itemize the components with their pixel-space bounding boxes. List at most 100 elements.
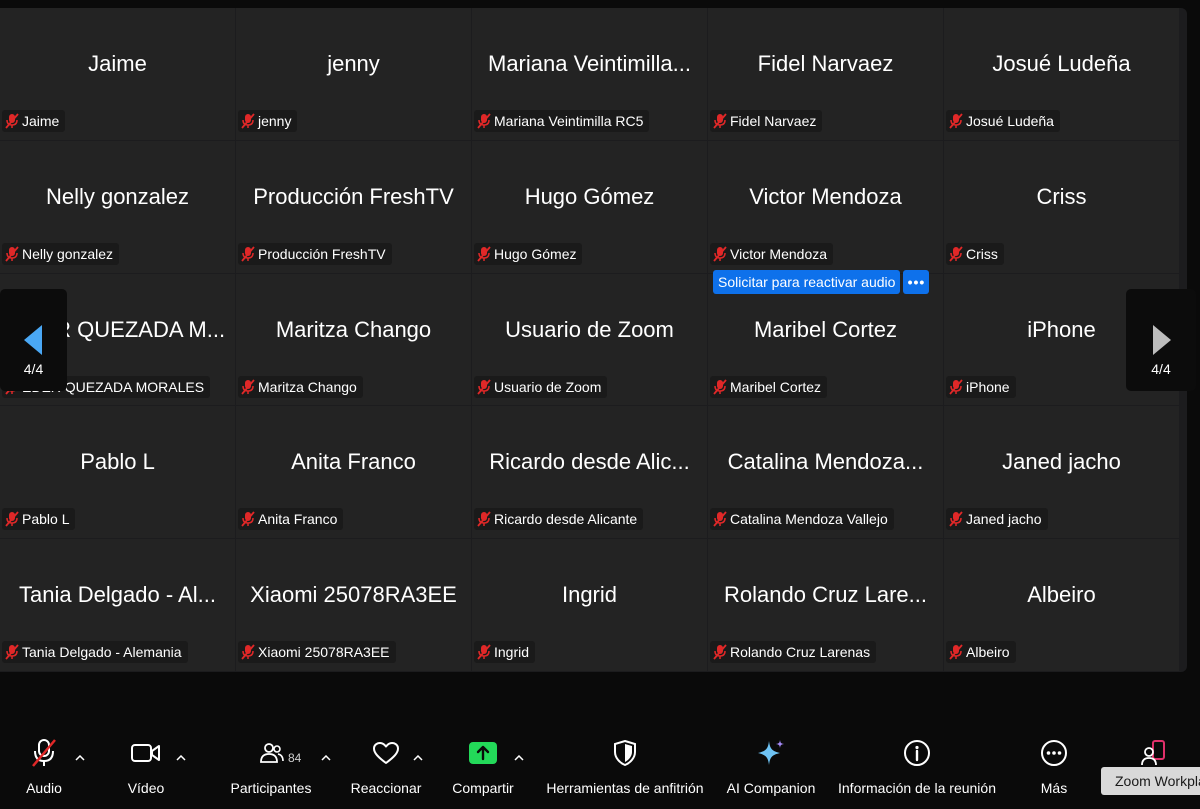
participant-display-name: Catalina Mendoza... <box>727 450 924 475</box>
participant-more-options-button[interactable]: ••• <box>903 269 930 294</box>
participant-display-name: jenny <box>327 52 380 76</box>
participant-nametag-text: Albeiro <box>966 644 1010 661</box>
participant-tile[interactable]: Criss Criss <box>944 140 1180 274</box>
more-button[interactable]: Más <box>1032 730 1076 796</box>
zoom-apps-icon <box>1141 740 1165 766</box>
participant-nametag: iPhone <box>946 375 1016 398</box>
participant-tile[interactable]: Fidel Narvaez Fidel Narvaez <box>708 8 944 141</box>
participant-display-name: Albeiro <box>1027 583 1096 608</box>
participant-grid: Jaime Jaime jenny jenny Mariana Veintimi… <box>0 8 1180 672</box>
participant-nametag: Anita Franco <box>238 508 344 531</box>
participant-tile[interactable]: Ingrid Ingrid <box>472 539 708 672</box>
page-indicator-right: 4/4 <box>1151 361 1171 377</box>
participant-display-name: Fidel Narvaez <box>757 52 894 76</box>
audio-button[interactable]: Audio <box>22 730 66 796</box>
mic-muted-icon <box>241 511 255 527</box>
audio-options-caret[interactable] <box>72 750 88 766</box>
chevron-up-icon <box>413 755 423 761</box>
participant-tile[interactable]: Jaime Jaime <box>0 8 236 141</box>
previous-page-button[interactable]: 4/4 <box>0 289 67 391</box>
participant-display-name: Victor Mendoza <box>749 184 902 209</box>
participant-nametag: Janed jacho <box>946 508 1048 531</box>
participant-nametag-text: Tania Delgado - Alemania <box>22 644 182 661</box>
participant-nametag-text: Pablo L <box>22 511 70 528</box>
mic-muted-icon <box>477 511 491 527</box>
ai-companion-button[interactable]: AI Companion <box>725 730 817 796</box>
share-button[interactable]: Compartir <box>449 730 517 796</box>
participants-options-caret[interactable] <box>318 750 334 766</box>
participant-nametag-text: Victor Mendoza <box>730 245 828 262</box>
participant-nametag: Ricardo desde Alicante <box>474 508 644 531</box>
participant-tile[interactable]: Josué Ludeña Josué Ludeña <box>944 8 1180 141</box>
participant-nametag: Albeiro <box>946 641 1016 664</box>
heart-icon <box>373 742 399 764</box>
participant-nametag-text: Janed jacho <box>966 511 1042 528</box>
participant-tile[interactable]: Rolando Cruz Lare... Rolando Cruz Larena… <box>708 539 944 672</box>
participant-display-name: Maribel Cortez <box>753 317 898 342</box>
participant-nametag-text: Nelly gonzalez <box>22 245 114 262</box>
video-button[interactable]: Vídeo <box>126 730 166 796</box>
react-options-caret[interactable] <box>410 750 426 766</box>
audio-label: Audio <box>26 780 62 796</box>
mic-muted-icon <box>241 379 255 395</box>
participant-tile[interactable]: Pablo L Pablo L <box>0 406 236 540</box>
participant-nametag-text: Ricardo desde Alicante <box>494 511 638 528</box>
participant-tile[interactable]: Xiaomi 25078RA3EE Xiaomi 25078RA3EE <box>236 539 472 672</box>
participant-nametag-text: jenny <box>258 113 292 129</box>
participant-tile[interactable]: Tania Delgado - Al... Tania Delgado - Al… <box>0 539 236 672</box>
participant-nametag-text: Maribel Cortez <box>730 378 822 395</box>
ask-to-unmute-button[interactable]: Solicitar para reactivar audio <box>713 269 901 294</box>
participant-tile[interactable]: jenny jenny <box>236 8 472 141</box>
participant-tile[interactable]: Maritza Chango Maritza Chango <box>236 273 472 407</box>
participant-nametag: Pablo L <box>2 508 76 531</box>
participant-tile[interactable]: Albeiro Albeiro <box>944 539 1180 672</box>
participant-tile[interactable]: Mariana Veintimilla... Mariana Veintimil… <box>472 8 708 141</box>
participant-tile[interactable]: Catalina Mendoza... Catalina Mendoza Val… <box>708 406 944 540</box>
video-options-caret[interactable] <box>173 750 189 766</box>
participant-display-name: Josué Ludeña <box>992 52 1131 76</box>
participant-nametag: jenny <box>238 110 298 132</box>
participant-nametag: Ingrid <box>474 641 536 664</box>
meeting-info-button[interactable]: Información de la reunión <box>834 730 1000 796</box>
mic-muted-icon <box>5 511 19 527</box>
chevron-up-icon <box>514 755 524 761</box>
participant-tile[interactable]: Usuario de Zoom Usuario de Zoom <box>472 273 708 407</box>
host-tools-button[interactable]: Herramientas de anfitrión <box>541 730 709 796</box>
participant-display-name: Tania Delgado - Al... <box>19 583 216 608</box>
mic-muted-icon <box>5 246 19 262</box>
participant-nametag-text: Criss <box>966 245 998 262</box>
host-tools-label: Herramientas de anfitrión <box>546 780 704 796</box>
participant-nametag-text: Maritza Chango <box>258 378 357 395</box>
participant-tile[interactable]: Producción FreshTV Producción FreshTV <box>236 140 472 274</box>
participant-tile[interactable]: Nelly gonzalez Nelly gonzalez <box>0 140 236 274</box>
share-arrow-up-icon <box>469 742 497 764</box>
mic-muted-icon <box>5 644 19 660</box>
mic-muted-icon <box>949 379 963 395</box>
people-icon <box>260 743 284 763</box>
participant-nametag-text: Usuario de Zoom <box>494 378 602 395</box>
participant-display-name: Janed jacho <box>1002 450 1121 475</box>
participant-nametag: Jaime <box>2 110 66 132</box>
participants-label: Participantes <box>230 780 312 796</box>
participant-tile[interactable]: Janed jacho Janed jacho <box>944 406 1180 540</box>
participant-display-name: Producción FreshTV <box>253 184 454 209</box>
participant-tile[interactable]: Hugo Gómez Hugo Gómez <box>472 140 708 274</box>
next-page-button[interactable]: 4/4 <box>1126 289 1196 391</box>
react-label: Reaccionar <box>350 780 422 796</box>
participant-tile[interactable]: Anita Franco Anita Franco <box>236 406 472 540</box>
participants-button[interactable]: 84 Participantes <box>228 730 314 796</box>
participant-tile[interactable]: Ricardo desde Alic... Ricardo desde Alic… <box>472 406 708 540</box>
mic-muted-icon <box>5 113 19 129</box>
share-options-caret[interactable] <box>511 750 527 766</box>
participant-tile[interactable]: Victor Mendoza Victor Mendoza Solicitar … <box>708 140 944 294</box>
mic-muted-icon <box>477 379 491 395</box>
participant-nametag-text: Producción FreshTV <box>258 245 386 262</box>
participant-nametag: Catalina Mendoza Vallejo <box>710 508 894 531</box>
meeting-toolbar: Audio Vídeo 84 Participantes Reaccionar … <box>0 730 1200 809</box>
participant-nametag-text: Xiaomi 25078RA3EE <box>258 644 390 661</box>
meeting-info-label: Información de la reunión <box>838 780 996 796</box>
participant-display-name: Usuario de Zoom <box>505 317 674 342</box>
participant-display-name: Ricardo desde Alic... <box>489 450 690 475</box>
participant-nametag: Maribel Cortez <box>710 375 828 398</box>
participant-nametag: Josué Ludeña <box>946 110 1060 132</box>
